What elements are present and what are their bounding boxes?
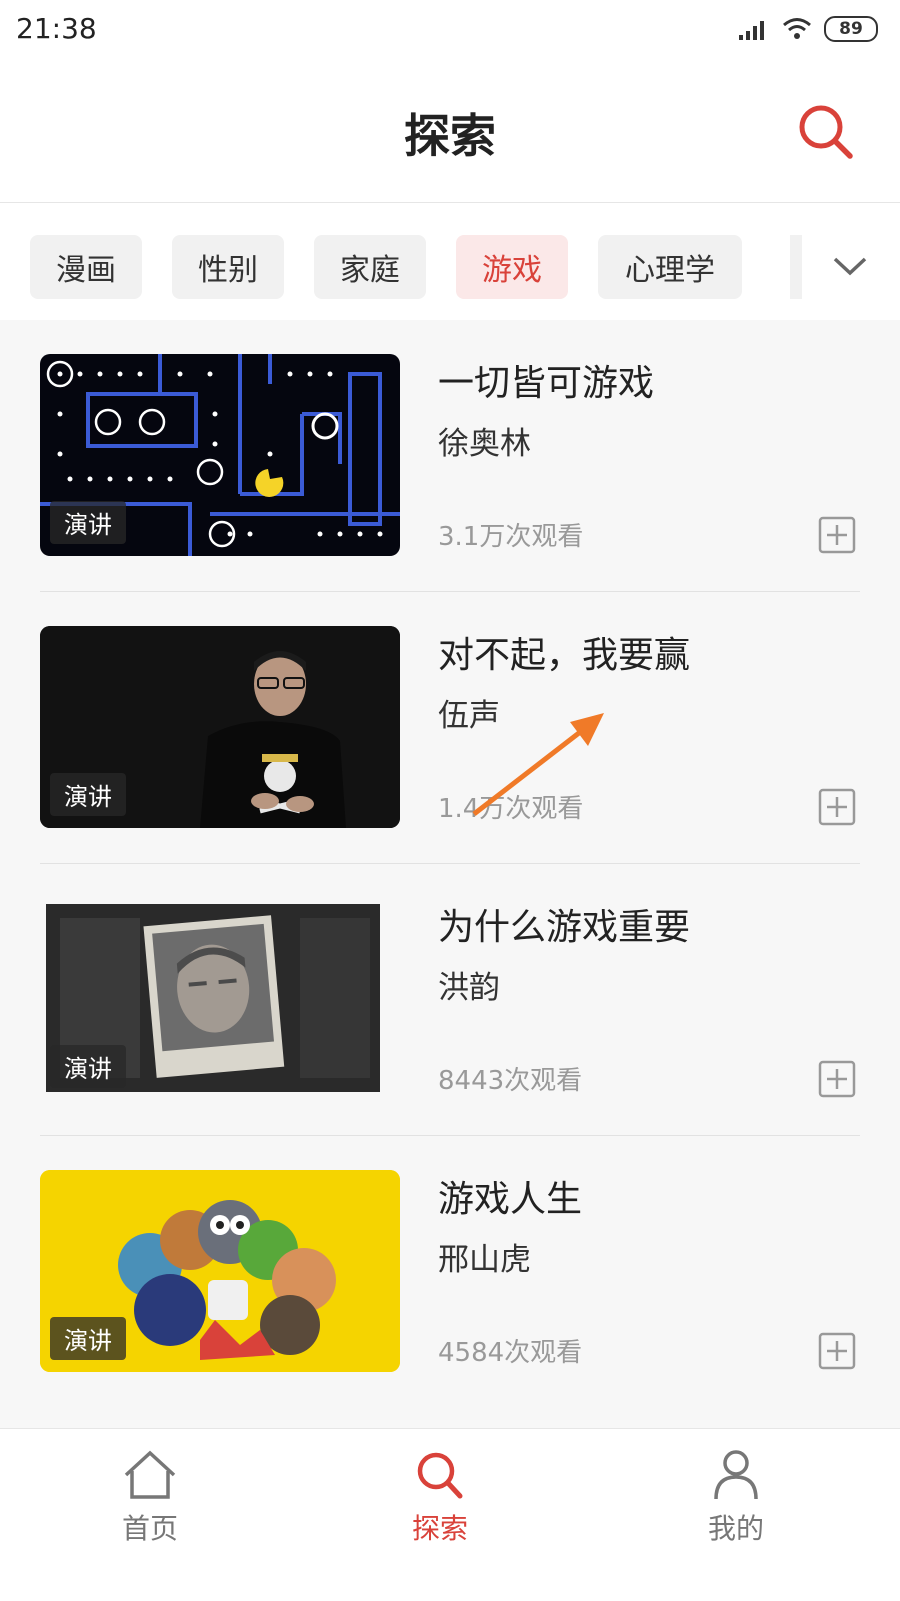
tab-label: 心理学	[625, 253, 715, 288]
video-title[interactable]: 为什么游戏重要	[438, 898, 690, 950]
battery-level: 89	[839, 18, 863, 39]
video-speaker: 徐奥林	[438, 426, 531, 462]
list-item[interactable]: 演讲 一切皆可游戏 徐奥林 3.1万次观看	[0, 320, 900, 592]
tab-overflow	[790, 235, 802, 299]
list-item[interactable]: 演讲 对不起，我要赢 伍声 1.4万次观看	[0, 592, 900, 864]
video-views: 4584次观看	[438, 1338, 583, 1368]
nav-label: 首页	[121, 1512, 178, 1545]
category-badge: 演讲	[50, 773, 126, 816]
search-icon	[417, 1452, 463, 1499]
video-speaker: 伍声	[438, 698, 500, 734]
tab-psychology[interactable]: 心理学	[598, 235, 742, 299]
signal-icon	[739, 21, 764, 40]
search-icon[interactable]	[796, 102, 856, 162]
battery-icon: 89	[824, 16, 878, 42]
video-views: 1.4万次观看	[438, 794, 584, 824]
nav-profile[interactable]: 我的	[666, 1449, 806, 1547]
list-item[interactable]: 演讲 游戏人生 邢山虎 4584次观看	[0, 1136, 900, 1408]
tab-label: 性别	[198, 253, 258, 288]
tab-label: 家庭	[340, 253, 400, 288]
nav-label: 探索	[411, 1512, 468, 1545]
video-title[interactable]: 一切皆可游戏	[438, 354, 654, 406]
bottom-nav: 首页 探索 我的	[0, 1428, 900, 1601]
add-icon[interactable]	[818, 788, 856, 826]
nav-home[interactable]: 首页	[80, 1449, 220, 1547]
video-speaker: 洪韵	[438, 970, 500, 1006]
add-icon[interactable]	[818, 1332, 856, 1370]
video-title[interactable]: 游戏人生	[438, 1170, 582, 1222]
list-item[interactable]: 演讲 为什么游戏重要 洪韵 8443次观看	[0, 864, 900, 1136]
video-thumbnail[interactable]: 演讲	[40, 626, 400, 828]
category-tabs: 漫画 性别 家庭 游戏 心理学	[0, 203, 900, 320]
nav-label: 我的	[707, 1512, 764, 1545]
tab-games[interactable]: 游戏	[456, 235, 568, 299]
tab-comics[interactable]: 漫画	[30, 235, 142, 299]
status-icons: 89	[738, 16, 878, 42]
video-title[interactable]: 对不起，我要赢	[438, 626, 690, 678]
tab-family[interactable]: 家庭	[314, 235, 426, 299]
app-header: 探索	[0, 62, 900, 203]
status-time: 21:38	[16, 12, 97, 45]
video-thumbnail[interactable]: 演讲	[40, 1170, 400, 1372]
tab-label: 漫画	[56, 253, 116, 288]
video-views: 8443次观看	[438, 1066, 583, 1096]
nav-explore[interactable]: 探索	[370, 1449, 510, 1547]
add-icon[interactable]	[818, 1060, 856, 1098]
video-views: 3.1万次观看	[438, 522, 584, 552]
tab-label: 游戏	[482, 253, 542, 288]
video-thumbnail[interactable]: 演讲	[40, 898, 400, 1100]
tab-gender[interactable]: 性别	[172, 235, 284, 299]
category-badge: 演讲	[50, 1045, 126, 1088]
category-badge: 演讲	[50, 501, 126, 544]
page-title: 探索	[404, 109, 496, 163]
add-icon[interactable]	[818, 516, 856, 554]
chevron-down-icon[interactable]	[830, 251, 870, 281]
home-icon	[124, 1450, 176, 1499]
wifi-icon	[783, 18, 811, 39]
video-speaker: 邢山虎	[438, 1242, 531, 1278]
status-bar: 21:38 89	[0, 0, 900, 62]
video-thumbnail[interactable]: 演讲	[40, 354, 400, 556]
user-icon	[714, 1450, 758, 1500]
category-badge: 演讲	[50, 1317, 126, 1360]
